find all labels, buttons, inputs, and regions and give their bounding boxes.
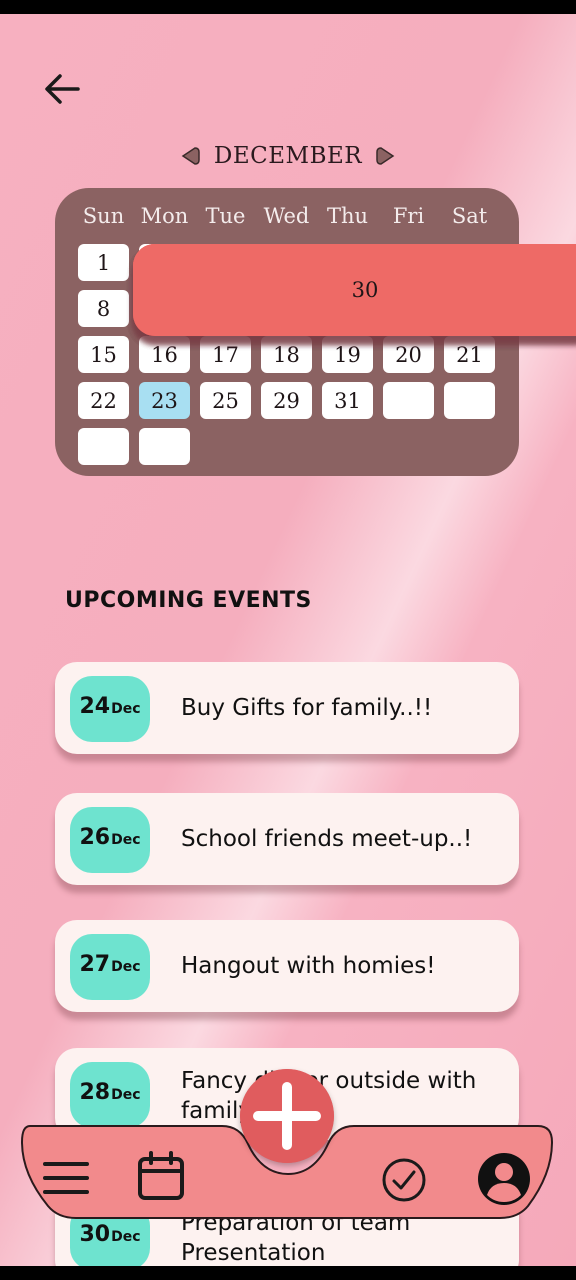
day-cells: 1234567891011121314151617181920212223242… <box>78 244 576 465</box>
calendar-icon[interactable] <box>136 1150 186 1202</box>
day-cell[interactable]: 20 <box>383 336 434 373</box>
back-arrow-icon[interactable] <box>40 68 84 112</box>
check-circle-icon[interactable] <box>380 1156 428 1204</box>
day-cell[interactable]: 21 <box>444 336 495 373</box>
event-date-badge: 26 Dec <box>70 807 150 873</box>
empty-day-cell <box>444 382 495 419</box>
day-cell[interactable]: 30 <box>133 244 576 336</box>
menu-icon[interactable] <box>42 1158 90 1198</box>
day-cell[interactable]: 25 <box>200 382 251 419</box>
weekday-header: Sun Mon Tue Wed Thu Fri Sat <box>73 204 500 228</box>
weekday-label: Fri <box>392 204 425 228</box>
calendar-grid: Sun Mon Tue Wed Thu Fri Sat 123456789101… <box>55 188 576 476</box>
event-date-badge: 24 Dec <box>70 676 150 742</box>
event-month: Dec <box>111 832 141 848</box>
event-title: School friends meet-up..! <box>181 826 473 852</box>
weekday-label: Thu <box>326 204 369 228</box>
weekday-label: Wed <box>263 204 310 228</box>
day-cell[interactable]: 31 <box>322 382 373 419</box>
screen: DECEMBER Sun Mon Tue Wed Thu Fri Sat 1 23… <box>0 14 576 1266</box>
event-card[interactable]: 24 Dec Buy Gifts for family..!! <box>55 662 519 754</box>
event-month: Dec <box>111 1087 141 1103</box>
profile-icon[interactable] <box>477 1152 531 1206</box>
event-title: Buy Gifts for family..!! <box>181 695 433 721</box>
day-cell[interactable]: 23 <box>139 382 190 419</box>
day-cell[interactable]: 1 <box>78 244 129 281</box>
empty-day-cell <box>78 428 129 465</box>
weekday-label: Mon <box>140 204 189 228</box>
weekday-label: Sat <box>451 204 488 228</box>
event-day: 28 <box>79 1080 111 1105</box>
day-cell[interactable]: 15 <box>78 336 129 373</box>
event-day: 27 <box>79 952 111 977</box>
event-month: Dec <box>111 959 141 975</box>
weekday-label: Tue <box>205 204 246 228</box>
event-day: 24 <box>79 694 111 719</box>
event-title: Hangout with homies! <box>181 953 436 979</box>
event-card[interactable]: 27 Dec Hangout with homies! <box>55 920 519 1012</box>
empty-day-cell <box>139 428 190 465</box>
event-day: 26 <box>79 825 111 850</box>
add-event-button[interactable] <box>240 1069 334 1163</box>
month-selector: DECEMBER <box>0 140 576 172</box>
weekday-label: Sun <box>82 204 125 228</box>
event-date-badge: 27 Dec <box>70 934 150 1000</box>
empty-day-cell <box>383 382 434 419</box>
day-cell[interactable]: 16 <box>139 336 190 373</box>
day-cell[interactable]: 22 <box>78 382 129 419</box>
section-title: UPCOMING EVENTS <box>65 588 312 613</box>
month-label: DECEMBER <box>213 143 363 169</box>
day-cell[interactable]: 29 <box>261 382 312 419</box>
event-month: Dec <box>111 701 141 717</box>
prev-month-icon[interactable] <box>180 146 200 166</box>
day-cell[interactable]: 8 <box>78 290 129 327</box>
event-card[interactable]: 26 Dec School friends meet-up..! <box>55 793 519 885</box>
day-cell[interactable]: 18 <box>261 336 312 373</box>
day-cell[interactable]: 17 <box>200 336 251 373</box>
next-month-icon[interactable] <box>376 146 396 166</box>
day-cell[interactable]: 19 <box>322 336 373 373</box>
